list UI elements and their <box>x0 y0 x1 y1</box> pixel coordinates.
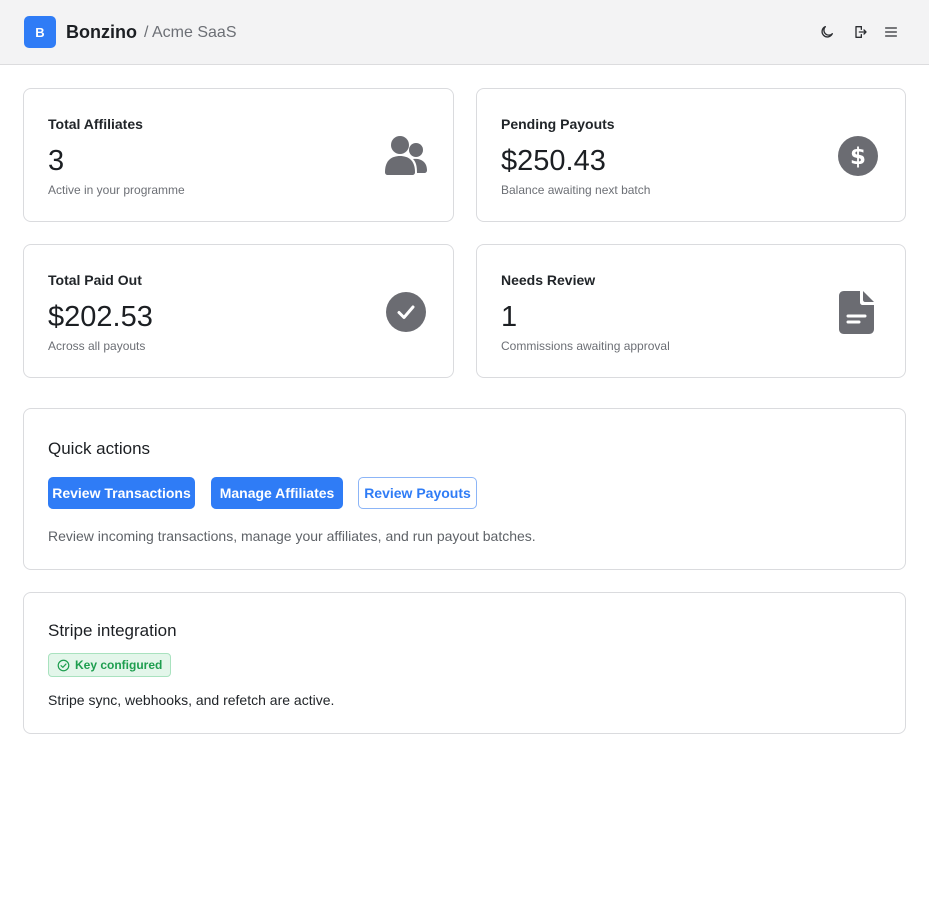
stripe-integration-card: Stripe integration Key configured Stripe… <box>23 592 906 734</box>
stripe-description: Stripe sync, webhooks, and refetch are a… <box>48 692 335 708</box>
stat-label: Total Affiliates <box>48 116 143 132</box>
users-icon <box>382 133 430 177</box>
svg-text:$: $ <box>850 144 866 170</box>
brand-name[interactable]: Bonzino <box>66 22 137 43</box>
dollar-circle-icon: $ <box>837 135 879 177</box>
quick-actions-description: Review incoming transactions, manage you… <box>48 528 536 544</box>
menu-icon[interactable] <box>881 22 901 42</box>
stat-card-total-paid-out: Total Paid Out $202.53 Across all payout… <box>23 244 454 378</box>
review-transactions-button[interactable]: Review Transactions <box>48 477 195 509</box>
check-circle-outline-icon <box>57 659 70 671</box>
badge-label: Key configured <box>75 658 163 672</box>
stat-value: $202.53 <box>48 301 153 333</box>
stat-card-total-affiliates: Total Affiliates 3 Active in your progra… <box>23 88 454 222</box>
section-title: Stripe integration <box>48 621 177 640</box>
logout-icon[interactable] <box>850 22 870 42</box>
review-payouts-button[interactable]: Review Payouts <box>358 477 477 509</box>
breadcrumb: / Acme SaaS <box>144 24 237 41</box>
stat-subtext: Balance awaiting next batch <box>501 183 651 197</box>
stat-value: 3 <box>48 145 65 177</box>
stat-card-needs-review: Needs Review 1 Commissions awaiting appr… <box>476 244 906 378</box>
status-badge: Key configured <box>48 653 172 677</box>
stat-label: Needs Review <box>501 272 596 288</box>
moon-icon[interactable] <box>817 22 837 42</box>
stat-subtext: Commissions awaiting approval <box>501 339 670 353</box>
section-title: Quick actions <box>48 439 151 458</box>
stat-value: $250.43 <box>501 145 606 177</box>
app-logo[interactable]: B <box>24 16 56 48</box>
stat-label: Total Paid Out <box>48 272 142 288</box>
check-circle-icon <box>385 291 427 333</box>
stat-value: 1 <box>501 301 518 333</box>
stat-subtext: Across all payouts <box>48 339 146 353</box>
stat-subtext: Active in your programme <box>48 183 185 197</box>
stat-label: Pending Payouts <box>501 116 615 132</box>
manage-affiliates-button[interactable]: Manage Affiliates <box>211 477 343 509</box>
quick-actions-card: Quick actions Review Transactions Manage… <box>23 408 906 570</box>
stat-card-pending-payouts: Pending Payouts $250.43 Balance awaiting… <box>476 88 906 222</box>
top-bar: B Bonzino / Acme SaaS <box>0 0 929 65</box>
document-icon <box>839 290 875 334</box>
